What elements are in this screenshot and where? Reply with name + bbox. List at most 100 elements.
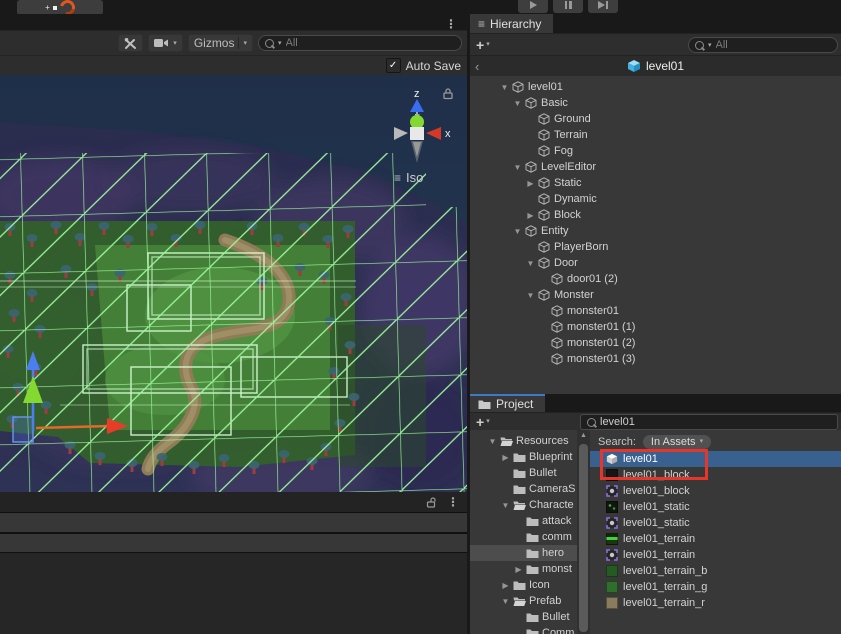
foldout-arrow-icon[interactable]: ▶ <box>499 581 512 590</box>
folder-tree-scrollbar[interactable]: ▲ <box>577 430 590 634</box>
foldout-arrow-icon[interactable]: ▼ <box>511 227 524 236</box>
projection-mode-label[interactable]: ≡ Iso <box>394 170 423 185</box>
pause-button[interactable] <box>553 0 583 13</box>
scene-camera-button[interactable]: ▾ <box>148 34 183 52</box>
tab-project[interactable]: Project <box>470 394 545 412</box>
project-folder-item[interactable]: Comm <box>470 625 577 634</box>
asset-result-item[interactable]: level01_terrain_b <box>590 563 841 579</box>
neg-x-axis-cone[interactable] <box>394 127 408 140</box>
project-search-field[interactable] <box>580 414 838 430</box>
x-axis-cone[interactable] <box>426 127 441 140</box>
project-folder-item[interactable]: CameraS <box>470 481 577 497</box>
autosave-checkbox[interactable]: ✓ <box>386 58 401 73</box>
foldout-arrow-icon[interactable]: ▶ <box>524 179 537 188</box>
scene-search-input[interactable] <box>286 37 455 49</box>
hierarchy-search-field[interactable]: ▾ <box>688 37 838 53</box>
tab-hierarchy[interactable]: ≡ Hierarchy <box>470 14 553 33</box>
foldout-arrow-icon[interactable]: ▼ <box>499 501 512 510</box>
search-scope-dropdown[interactable]: In Assets ▾ <box>643 435 711 449</box>
project-folder-item[interactable]: ▶ Icon <box>470 577 577 593</box>
bottom-panel-row[interactable] <box>0 513 467 532</box>
asset-result-item[interactable]: level01_static <box>590 499 841 515</box>
hierarchy-tree-item[interactable]: PlayerBorn <box>470 239 841 255</box>
hierarchy-tree-item[interactable]: ▼ level01 <box>470 79 841 95</box>
folder-label: Bullet <box>542 611 570 623</box>
play-button[interactable] <box>518 0 548 13</box>
asset-result-item[interactable]: level01_terrain <box>590 547 841 563</box>
project-folder-item[interactable]: Bullet <box>470 609 577 625</box>
asset-result-item[interactable]: level01_block <box>590 483 841 499</box>
scroll-up-icon[interactable]: ▲ <box>577 432 590 439</box>
orange-badge-icon[interactable]: + <box>17 0 103 14</box>
hierarchy-add-button[interactable]: + ▾ <box>476 38 490 52</box>
foldout-arrow-icon[interactable]: ▼ <box>524 291 537 300</box>
y-axis-ball[interactable] <box>410 115 424 129</box>
lock-icon[interactable] <box>441 87 454 100</box>
project-folder-item[interactable]: ▼ Resources <box>470 433 577 449</box>
hierarchy-tree-item[interactable]: ▼ Basic <box>470 95 841 111</box>
gameobject-label: monster01 (1) <box>567 321 635 333</box>
hierarchy-tree-item[interactable]: ▶ Static <box>470 175 841 191</box>
gizmo-center-cube[interactable] <box>410 127 424 140</box>
project-search-input[interactable] <box>600 416 831 428</box>
hierarchy-tree-item[interactable]: Terrain <box>470 127 841 143</box>
step-button[interactable] <box>588 0 618 13</box>
gameobject-cube-icon <box>537 241 551 253</box>
project-folder-item[interactable]: ▼ Prefab <box>470 593 577 609</box>
bottom-panel-row[interactable] <box>0 534 467 552</box>
hierarchy-tree-item[interactable]: ▼ Door <box>470 255 841 271</box>
folder-label: CameraS <box>529 483 575 495</box>
unlock-icon[interactable] <box>425 496 438 509</box>
foldout-arrow-icon[interactable]: ▶ <box>512 565 525 574</box>
foldout-arrow-icon[interactable]: ▶ <box>499 453 512 462</box>
hierarchy-tree-item[interactable]: ▶ Block <box>470 207 841 223</box>
hierarchy-tree-item[interactable]: ▼ LevelEditor <box>470 159 841 175</box>
hierarchy-tree-item[interactable]: monster01 (3) <box>470 351 841 367</box>
gameobject-cube-icon <box>537 289 551 301</box>
asset-result-item[interactable]: level01_terrain_r <box>590 595 841 611</box>
project-add-button[interactable]: + ▾ <box>476 415 490 429</box>
project-folder-item[interactable]: Bullet <box>470 465 577 481</box>
gizmos-button[interactable]: Gizmos ▾ <box>188 34 253 52</box>
foldout-arrow-icon[interactable]: ▼ <box>498 83 511 92</box>
scene-tools-button[interactable] <box>118 34 143 52</box>
bottom-panel-menu-icon[interactable]: ⋮ <box>447 495 459 509</box>
asset-result-item[interactable]: level01_terrain <box>590 531 841 547</box>
breadcrumb[interactable]: level01 <box>627 59 684 73</box>
foldout-arrow-icon[interactable]: ▶ <box>524 211 537 220</box>
asset-result-item[interactable]: level01_static <box>590 515 841 531</box>
gameobject-label: Fog <box>554 145 573 157</box>
hierarchy-tree-item[interactable]: monster01 (1) <box>470 319 841 335</box>
project-folder-item[interactable]: ▼ Characte <box>470 497 577 513</box>
folder-label: monst <box>542 563 572 575</box>
breadcrumb-back-icon[interactable]: ‹ <box>475 60 479 73</box>
project-folder-item[interactable]: hero <box>470 545 577 561</box>
hierarchy-tree-item[interactable]: ▼ Monster <box>470 287 841 303</box>
asset-result-item[interactable]: level01_terrain_g <box>590 579 841 595</box>
scene-panel-menu-icon[interactable]: ⋮ <box>445 17 457 31</box>
foldout-arrow-icon[interactable]: ▼ <box>486 437 499 446</box>
scene-viewport[interactable]: z y x ≡ Iso <box>0 75 467 492</box>
scrollbar-thumb[interactable] <box>579 444 588 632</box>
hierarchy-search-input[interactable] <box>716 39 831 51</box>
gameobject-label: Entity <box>541 225 569 237</box>
hierarchy-tree-item[interactable]: door01 (2) <box>470 271 841 287</box>
hierarchy-tree-item[interactable]: Fog <box>470 143 841 159</box>
foldout-arrow-icon[interactable]: ▼ <box>524 259 537 268</box>
iso-label: Iso <box>406 170 423 185</box>
project-folder-item[interactable]: ▶ monst <box>470 561 577 577</box>
project-folder-item[interactable]: comm <box>470 529 577 545</box>
foldout-arrow-icon[interactable]: ▼ <box>499 597 512 606</box>
foldout-arrow-icon[interactable]: ▼ <box>511 163 524 172</box>
project-folder-item[interactable]: attack <box>470 513 577 529</box>
project-folder-item[interactable]: ▶ Blueprint <box>470 449 577 465</box>
foldout-arrow-icon[interactable]: ▼ <box>511 99 524 108</box>
hierarchy-tree-item[interactable]: Ground <box>470 111 841 127</box>
add-caret-icon: ▾ <box>486 41 490 48</box>
scene-search-field[interactable]: ▾ <box>258 35 462 51</box>
hierarchy-tree-item[interactable]: ▼ Entity <box>470 223 841 239</box>
hierarchy-tree-item[interactable]: monster01 (2) <box>470 335 841 351</box>
hierarchy-tree-item[interactable]: Dynamic <box>470 191 841 207</box>
asset-label: level01_static <box>623 517 690 529</box>
hierarchy-tree-item[interactable]: monster01 <box>470 303 841 319</box>
